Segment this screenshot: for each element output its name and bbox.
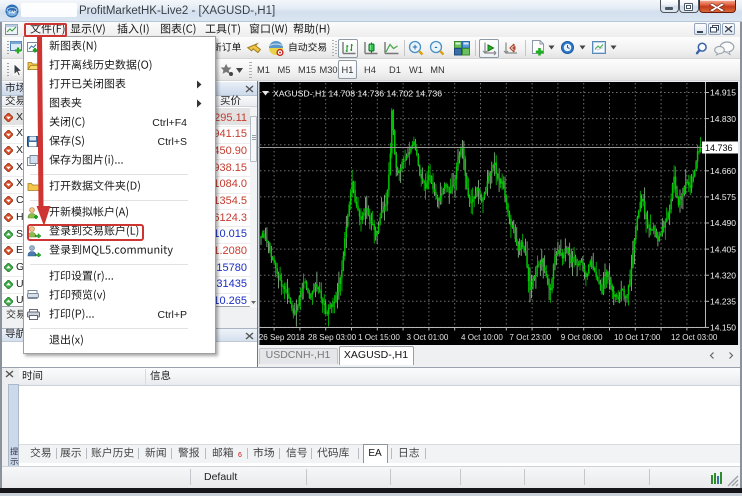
svg-text:XAGUSD-,H1 14.708 14.736 14.7: XAGUSD-,H1 14.708 14.736 14.702 14.736 (273, 89, 442, 99)
svg-text:26 Sep 2018: 26 Sep 2018 (259, 333, 305, 342)
svg-text:9 Oct 08:00: 9 Oct 08:00 (561, 333, 603, 342)
svg-text:7 Oct 23:00: 7 Oct 23:00 (509, 333, 551, 342)
svg-text:14.830: 14.830 (710, 114, 736, 124)
svg-text:3 Oct 01:00: 3 Oct 01:00 (407, 333, 449, 342)
svg-text:10 Oct 17:00: 10 Oct 17:00 (614, 333, 661, 342)
svg-text:28 Sep 03:00: 28 Sep 03:00 (308, 333, 357, 342)
svg-text:14.150: 14.150 (710, 323, 736, 333)
svg-text:+: + (412, 42, 417, 52)
svg-text:14.660: 14.660 (710, 166, 736, 176)
svg-text:14.405: 14.405 (710, 244, 736, 254)
svg-text:4 Oct 10:00: 4 Oct 10:00 (461, 333, 503, 342)
svg-text:14.320: 14.320 (710, 270, 736, 280)
svg-text:14.490: 14.490 (710, 218, 736, 228)
svg-text:14.235: 14.235 (710, 297, 736, 307)
svg-text:1 Oct 15:00: 1 Oct 15:00 (358, 333, 400, 342)
svg-text:PM: PM (9, 10, 16, 15)
svg-text:14.915: 14.915 (710, 88, 736, 98)
svg-text:12 Oct 03:00: 12 Oct 03:00 (671, 333, 718, 342)
svg-text:14.575: 14.575 (710, 192, 736, 202)
svg-text:14.736: 14.736 (705, 143, 733, 153)
svg-text:-: - (435, 42, 438, 52)
